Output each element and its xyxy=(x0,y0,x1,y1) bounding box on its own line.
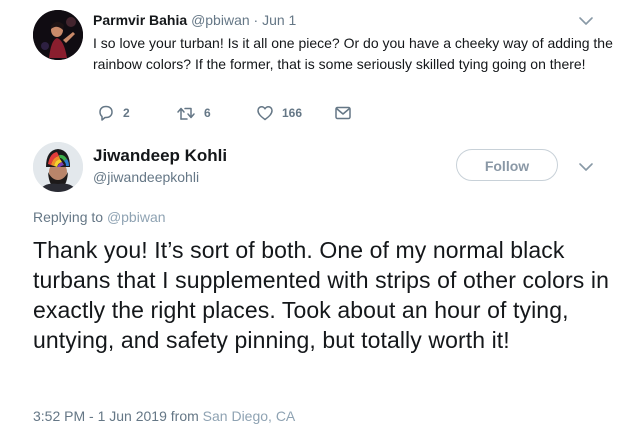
replying-to-label: Replying to xyxy=(33,209,104,225)
tweet-timestamp[interactable]: 3:52 PM - 1 Jun 2019 xyxy=(33,408,167,424)
parent-date[interactable]: Jun 1 xyxy=(262,12,296,28)
parent-tweet-text: I so love your turban! Is it all one pie… xyxy=(93,35,613,72)
header-separator: · xyxy=(253,12,259,28)
retweet-icon xyxy=(176,104,196,122)
like-button[interactable]: 166 xyxy=(256,104,302,122)
parent-handle[interactable]: @pbiwan xyxy=(191,12,250,28)
chevron-down-icon[interactable] xyxy=(578,14,594,26)
main-tweet-text: Thank you! It’s sort of both. One of my … xyxy=(33,237,609,353)
chevron-down-icon[interactable] xyxy=(578,160,594,172)
follow-button[interactable]: Follow xyxy=(456,149,558,181)
retweet-button[interactable]: 6 xyxy=(176,104,211,122)
author-handle[interactable]: @jiwandeepkohli xyxy=(93,169,199,185)
heart-icon xyxy=(256,104,274,122)
tweet-metadata: 3:52 PM - 1 Jun 2019 from San Diego, CA xyxy=(33,408,295,424)
author-display-name[interactable]: Jiwandeep Kohli xyxy=(93,146,227,166)
reply-count: 2 xyxy=(123,106,130,120)
parent-tweet-header: Parmvir Bahia @pbiwan · Jun 1 xyxy=(93,12,296,28)
parent-display-name[interactable]: Parmvir Bahia xyxy=(93,12,187,28)
author-avatar[interactable] xyxy=(33,142,83,192)
tweet-location[interactable]: San Diego, CA xyxy=(203,408,296,424)
direct-message-button[interactable] xyxy=(334,104,352,122)
like-count: 166 xyxy=(282,106,303,120)
retweet-count: 6 xyxy=(204,106,211,120)
replying-to-line: Replying to @pbiwan xyxy=(33,209,166,225)
from-label: from xyxy=(170,408,199,424)
envelope-icon xyxy=(334,104,352,122)
parent-avatar[interactable] xyxy=(33,10,83,60)
reply-button[interactable]: 2 xyxy=(97,104,130,122)
replying-to-link[interactable]: @pbiwan xyxy=(107,209,166,225)
reply-icon xyxy=(97,104,115,122)
